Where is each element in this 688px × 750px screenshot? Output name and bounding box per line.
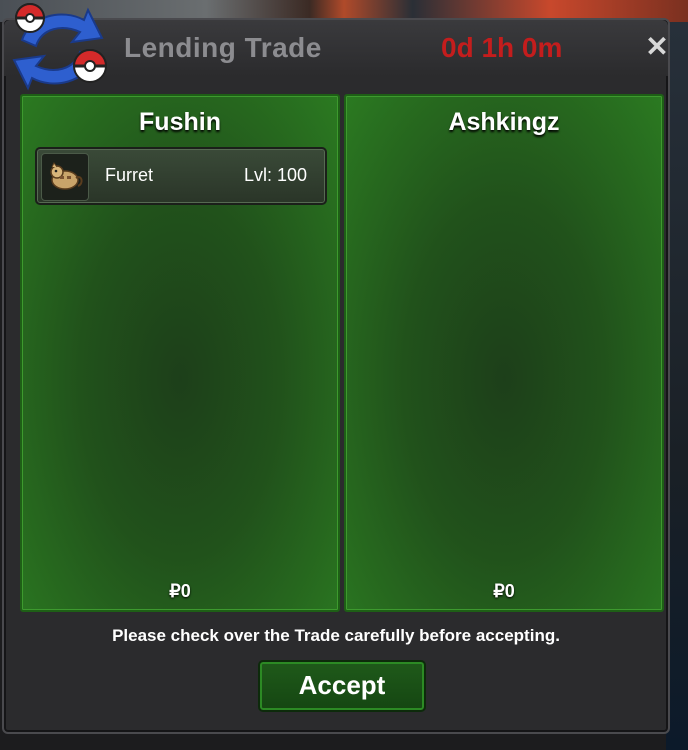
trade-hint-text: Please check over the Trade carefully be…: [112, 626, 560, 645]
trade-item-furret[interactable]: Furret Lvl: 100: [35, 147, 327, 205]
trader-name: Ashkingz: [448, 108, 560, 136]
trade-panel-fushin[interactable]: Fushin Furret Lvl: 100 ₽0: [20, 94, 340, 612]
trader-name: Fushin: [139, 108, 221, 136]
trade-panel-ashkingz[interactable]: Ashkingz ₽0: [344, 94, 664, 612]
item-level: Lvl: 100: [243, 165, 307, 185]
trade-timer: 0d 1h 0m: [441, 32, 563, 63]
money-amount: ₽0: [169, 581, 191, 601]
lending-trade-window: Lending Trade 0d 1h 0m ✕ Fushin Furret L…: [2, 3, 670, 734]
money-amount: ₽0: [493, 581, 515, 601]
window-title: Lending Trade: [124, 32, 322, 63]
accept-button[interactable]: Accept: [258, 660, 426, 712]
close-icon[interactable]: ✕: [644, 33, 670, 61]
furret-sprite-icon: [41, 153, 89, 201]
item-name: Furret: [105, 165, 154, 185]
trade-swap-icon: [12, 3, 108, 91]
